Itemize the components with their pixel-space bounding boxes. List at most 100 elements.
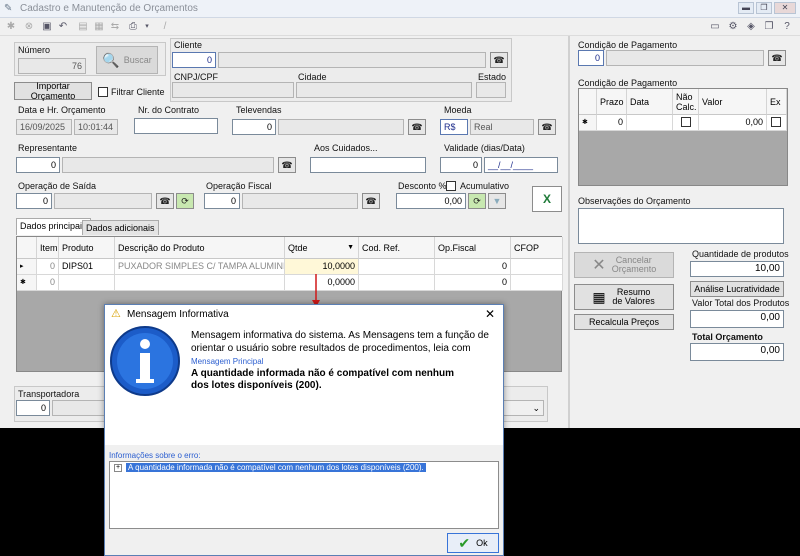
desconto-apply-button[interactable]: ⟳ [468, 193, 486, 209]
contrato-field[interactable] [134, 118, 218, 134]
help-icon[interactable]: ? [780, 20, 794, 34]
opsaida-name-field [54, 193, 152, 209]
cidade-label: Cidade [298, 72, 327, 82]
col-ex[interactable]: Ex [767, 89, 787, 115]
recalcula-button[interactable]: Recalcula Preços [574, 314, 674, 330]
col-qtde[interactable]: Qtde ▼ [285, 237, 359, 259]
tab-dados-principais[interactable]: Dados principais [16, 218, 91, 235]
nao-calc-checkbox[interactable] [681, 117, 691, 127]
representante-code-field[interactable]: 0 [16, 157, 60, 173]
tree-item[interactable]: A quantidade informada não é compatível … [126, 463, 426, 472]
cell-prazo[interactable]: 0 [597, 115, 627, 131]
cancel-icon[interactable]: ⊗ [22, 20, 36, 34]
opsaida-lookup-button[interactable]: ☎ [156, 193, 174, 209]
cell-descricao[interactable]: PUXADOR SIMPLES C/ TAMPA ALUMINIO [115, 259, 285, 275]
filtrar-checkbox[interactable] [98, 87, 108, 97]
desconto-filter-button[interactable]: ▼ [488, 193, 506, 209]
televendas-code-field[interactable]: 0 [232, 119, 276, 135]
minimize-button[interactable]: ▬ [738, 2, 754, 14]
cell-descricao[interactable] [115, 275, 285, 291]
moeda-lookup-button[interactable]: ☎ [538, 119, 556, 135]
restore-button[interactable]: ❐ [756, 2, 772, 14]
col-nao-calc[interactable]: Não Calc. [673, 89, 699, 115]
televendas-lookup-button[interactable]: ☎ [408, 119, 426, 135]
lucratividade-button[interactable]: Análise Lucratividade [690, 281, 784, 297]
col-data[interactable]: Data [627, 89, 673, 115]
close-button[interactable]: ✕ [774, 2, 796, 14]
cell-codref[interactable] [359, 275, 435, 291]
opsaida-code-field[interactable]: 0 [16, 193, 52, 209]
validade-dias-field[interactable]: 0 [440, 157, 482, 173]
numero-field[interactable]: 76 [18, 58, 86, 74]
ex-checkbox[interactable] [771, 117, 781, 127]
obs-textarea[interactable] [578, 208, 784, 244]
export-icon[interactable]: ▦ [92, 20, 106, 34]
buscar-button[interactable]: 🔍 Buscar [96, 46, 158, 74]
new-icon[interactable]: ✱ [4, 20, 18, 34]
col-codref[interactable]: Cod. Ref. [359, 237, 435, 259]
opfiscal-lookup-button[interactable]: ☎ [362, 193, 380, 209]
transportadora-dropdown[interactable]: ⌄ [500, 400, 544, 416]
edit-icon[interactable]: / [158, 20, 172, 34]
undo-icon[interactable]: ↶ [56, 20, 70, 34]
opfiscal-label: Operação Fiscal [206, 181, 272, 191]
cancelar-button[interactable]: ✕ Cancelar Orçamento [574, 252, 674, 278]
cell-produto[interactable]: DIPS01 [59, 259, 115, 275]
cell-qtde[interactable]: 10,0000 [285, 259, 359, 275]
col-produto[interactable]: Produto [59, 237, 115, 259]
cliente-code-field[interactable]: 0 [172, 52, 216, 68]
cell-opfiscal[interactable]: 0 [435, 259, 511, 275]
representante-lookup-button[interactable]: ☎ [278, 157, 296, 173]
print-icon[interactable]: ⎙ [126, 20, 140, 34]
cell-codref[interactable] [359, 259, 435, 275]
moeda-code-field[interactable]: R$ [440, 119, 468, 135]
cell-cfop[interactable] [511, 259, 563, 275]
total-orc-label: Total Orçamento [692, 332, 763, 342]
validade-data-field[interactable]: __/__/____ [484, 157, 558, 173]
televendas-label: Televendas [236, 105, 282, 115]
col-valor[interactable]: Valor [699, 89, 767, 115]
transfer-icon[interactable]: ⇆ [108, 20, 122, 34]
cell-valor[interactable]: 0,00 [699, 115, 767, 131]
cliente-lookup-button[interactable]: ☎ [490, 52, 508, 68]
cell-ex[interactable] [767, 115, 787, 131]
cuidados-field[interactable] [310, 157, 426, 173]
resumo-button[interactable]: ▦ Resumo de Valores [574, 284, 674, 310]
tab-dados-adicionais[interactable]: Dados adicionais [82, 220, 159, 235]
splitter[interactable] [568, 36, 570, 428]
cell-data[interactable] [627, 115, 673, 131]
desconto-field[interactable]: 0,00 [396, 193, 466, 209]
cell-item[interactable]: 0 [37, 259, 59, 275]
expand-icon[interactable]: + [114, 464, 122, 472]
opsaida-refresh-button[interactable]: ⟳ [176, 193, 194, 209]
cell-nao-calc[interactable] [673, 115, 699, 131]
col-item[interactable]: Item [37, 237, 59, 259]
cell-cfop[interactable] [511, 275, 563, 291]
col-descricao[interactable]: Descrição do Produto [115, 237, 285, 259]
col-cfop[interactable]: CFOP [511, 237, 563, 259]
window-icon[interactable]: ❐ [762, 20, 776, 34]
cell-produto[interactable] [59, 275, 115, 291]
print-dropdown-icon[interactable]: ▾ [140, 20, 154, 34]
cell-item[interactable]: 0 [37, 275, 59, 291]
save-icon[interactable]: ▣ [40, 20, 54, 34]
acumulativo-checkbox[interactable] [446, 181, 456, 191]
filter-icon[interactable]: ◈ [744, 20, 758, 34]
importar-button[interactable]: Importar Orçamento [14, 81, 92, 101]
transportadora-code-field[interactable]: 0 [16, 400, 50, 416]
cell-qtde[interactable]: 0,0000 [285, 275, 359, 291]
cond1-lookup-button[interactable]: ☎ [768, 50, 786, 66]
error-tree[interactable]: + A quantidade informada não é compatíve… [109, 461, 499, 529]
resumo-label: Resumo de Valores [612, 287, 655, 306]
excel-export-icon[interactable]: X [532, 186, 562, 212]
panel-icon[interactable]: ▭ [708, 20, 722, 34]
col-opfiscal[interactable]: Op.Fiscal [435, 237, 511, 259]
opfiscal-code-field[interactable]: 0 [204, 193, 240, 209]
cond1-code-field[interactable]: 0 [578, 50, 604, 66]
ok-button[interactable]: ✔ Ok [447, 533, 499, 553]
col-prazo[interactable]: Prazo [597, 89, 627, 115]
dialog-close-icon[interactable]: ✕ [485, 307, 495, 321]
copy-icon[interactable]: ▤ [76, 20, 90, 34]
search-settings-icon[interactable]: ⚙ [726, 20, 740, 34]
cell-opfiscal[interactable]: 0 [435, 275, 511, 291]
